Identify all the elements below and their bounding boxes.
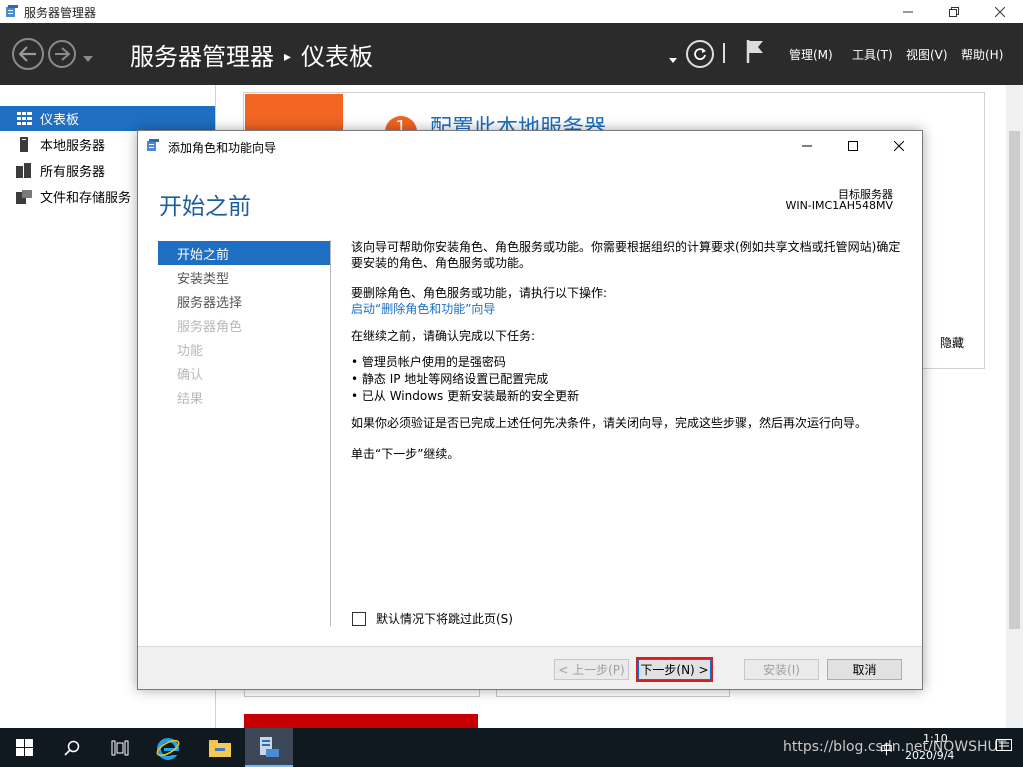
breadcrumb-current: 仪表板 <box>301 43 374 71</box>
start-button[interactable] <box>0 728 48 767</box>
step-number-badge: 1 <box>385 116 417 130</box>
folder-icon <box>209 739 231 757</box>
file-explorer-button[interactable] <box>196 728 244 767</box>
outer-minimize-button[interactable] <box>885 0 931 23</box>
internet-explorer-icon <box>156 737 180 760</box>
wizard-page-heading: 开始之前 <box>159 194 251 220</box>
windows-logo-icon <box>15 739 33 756</box>
servers-icon <box>16 163 32 179</box>
status-tile-red[interactable] <box>244 714 478 728</box>
search-icon <box>64 740 80 756</box>
server-manager-app-icon <box>5 4 19 21</box>
wizard-close-button[interactable] <box>876 131 922 161</box>
breadcrumb-separator-icon: ▸ <box>284 49 292 65</box>
notifications-flag-icon[interactable] <box>745 38 765 67</box>
outer-window-title: 服务器管理器 <box>24 6 97 20</box>
sidebar-item-label: 本地服务器 <box>40 139 106 154</box>
outer-close-button[interactable] <box>977 0 1023 23</box>
wizard-step-confirmation: 确认 <box>177 367 204 383</box>
server-manager-header: 服务器管理器 ▸ 仪表板 管理(M) 工具(T) 视图(V) 帮助(H) <box>0 23 1023 85</box>
arrow-left-icon <box>19 46 36 62</box>
configure-local-server-link[interactable]: 配置此本地服务器 <box>430 116 630 130</box>
sidebar-item-label: 所有服务器 <box>40 165 106 180</box>
wizard-minimize-button[interactable] <box>784 131 830 161</box>
forward-button[interactable] <box>48 40 76 68</box>
skip-page-checkbox[interactable] <box>352 611 366 626</box>
header-divider <box>723 43 725 63</box>
task-item: • 静态 IP 地址等网络设置已配置完成 <box>351 372 549 386</box>
quick-start-tile[interactable] <box>245 94 343 130</box>
intro-text: 该向导可帮助你安装角色、角色服务或功能。你需要根据组织的计算要求(例如共享文档或… <box>351 240 901 270</box>
scrollbar-thumb[interactable] <box>1009 131 1020 629</box>
remove-roles-wizard-link[interactable]: 启动“删除角色和功能”向导 <box>351 301 907 317</box>
breadcrumb-root[interactable]: 服务器管理器 <box>130 43 274 71</box>
menu-manage[interactable]: 管理(M) <box>789 46 833 63</box>
history-dropdown-icon[interactable] <box>83 51 93 65</box>
task-item: • 已从 Windows 更新安装最新的安全更新 <box>351 389 580 403</box>
wizard-title: 添加角色和功能向导 <box>168 141 277 155</box>
wizard-footer: < 上一步(P) 下一步(N) > 安装(I) 取消 <box>138 646 922 689</box>
skip-page-label[interactable]: 默认情况下将跳过此页(S) <box>376 610 513 627</box>
search-button[interactable] <box>48 728 96 767</box>
taskbar: https://blog.csdn.net/NOWSHUT 中 1:10 202… <box>0 728 1023 767</box>
server-manager-taskbar-button[interactable] <box>245 728 293 767</box>
clock-date[interactable]: 2020/9/4 <box>905 749 954 762</box>
task-view-button[interactable] <box>96 728 144 767</box>
verify-text: 如果你必须验证是否已完成上述任何先决条件，请关闭向导，完成这些步骤，然后再次运行… <box>351 416 868 430</box>
refresh-icon <box>694 48 706 60</box>
sidebar-item-dashboard[interactable]: 仪表板 <box>0 106 215 131</box>
wizard-step-installation-type[interactable]: 安装类型 <box>158 265 330 289</box>
dashboard-scrollbar[interactable] <box>1006 85 1023 728</box>
clock-time[interactable]: 1:10 <box>923 732 948 745</box>
task-item: • 管理员帐户使用的是强密码 <box>351 355 506 369</box>
install-button[interactable]: 安装(I) <box>744 659 819 680</box>
arrow-right-icon <box>55 47 70 61</box>
menu-tools[interactable]: 工具(T) <box>852 46 893 63</box>
outer-titlebar: 服务器管理器 <box>0 0 1023 23</box>
cancel-button[interactable]: 取消 <box>827 659 902 680</box>
click-next-text: 单击“下一步”继续。 <box>351 447 460 461</box>
target-server-name: WIN-IMC1AH548MV <box>785 199 893 212</box>
wizard-maximize-button[interactable] <box>830 131 876 161</box>
wizard-step-results: 结果 <box>177 391 204 407</box>
add-roles-wizard-dialog: 添加角色和功能向导 开始之前 目标服务器 WIN-IMC1AH548MV 开始之… <box>137 130 923 690</box>
breadcrumb: 服务器管理器 ▸ 仪表板 <box>130 37 373 72</box>
back-button[interactable] <box>12 38 44 70</box>
wizard-titlebar: 添加角色和功能向导 <box>138 131 922 161</box>
wizard-app-icon <box>146 138 160 155</box>
task-view-icon <box>111 740 129 755</box>
server-manager-icon <box>260 736 279 757</box>
storage-icon <box>16 189 32 205</box>
sidebar-item-label: 文件和存储服务 <box>40 191 132 206</box>
server-icon <box>16 137 32 153</box>
wizard-step-server-roles: 服务器角色 <box>177 319 243 335</box>
remove-instructions: 要删除角色、角色服务或功能，请执行以下操作: <box>351 286 608 300</box>
ime-indicator[interactable]: 中 <box>880 739 893 758</box>
wizard-step-features: 功能 <box>177 343 204 359</box>
refresh-dropdown-icon[interactable] <box>669 52 677 66</box>
skip-page-row[interactable]: 默认情况下将跳过此页(S) <box>352 610 513 627</box>
tray-overlay-text: https://blog.csdn.net/NOWSHUT <box>783 739 1007 755</box>
dashboard-grid-icon <box>16 111 32 127</box>
internet-explorer-button[interactable] <box>144 728 192 767</box>
refresh-button[interactable] <box>686 40 714 68</box>
hide-link[interactable]: 隐藏 <box>940 334 964 351</box>
sidebar-item-label: 仪表板 <box>40 113 80 128</box>
wizard-step-before-you-begin[interactable]: 开始之前 <box>158 241 330 265</box>
menu-view[interactable]: 视图(V) <box>906 46 948 63</box>
next-button[interactable]: 下一步(N) > <box>638 659 711 680</box>
wizard-step-server-selection[interactable]: 服务器选择 <box>158 289 330 313</box>
before-continue-text: 在继续之前，请确认完成以下任务: <box>351 329 536 343</box>
previous-button[interactable]: < 上一步(P) <box>554 659 629 680</box>
notification-center-icon[interactable] <box>996 739 1012 756</box>
outer-restore-button[interactable] <box>931 0 977 23</box>
steps-divider <box>330 240 331 626</box>
menu-help[interactable]: 帮助(H) <box>961 46 1003 63</box>
